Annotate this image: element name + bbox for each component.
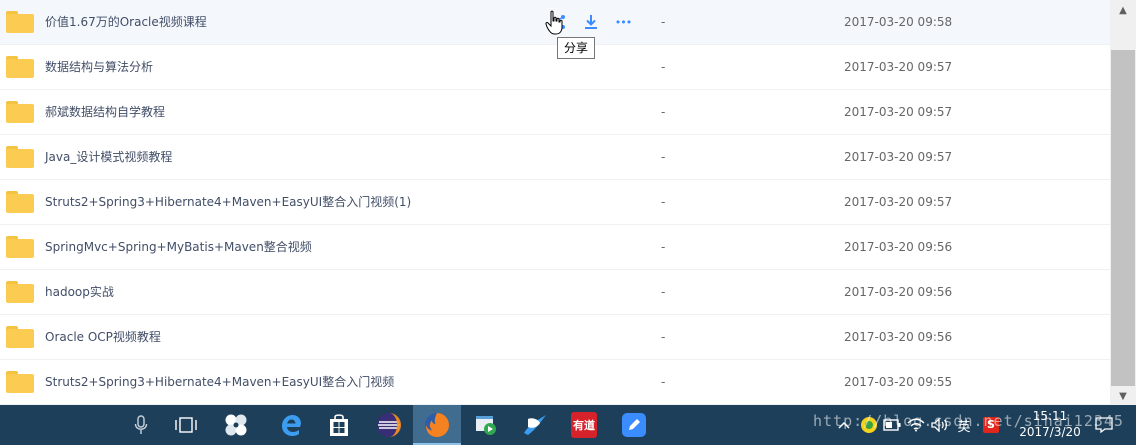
tray-app-icon[interactable] (858, 405, 880, 445)
file-name[interactable]: 数据结构与算法分析 (45, 45, 153, 89)
file-name[interactable]: Java_设计模式视频教程 (45, 135, 172, 179)
show-hidden-icons-chevron-icon[interactable] (835, 405, 853, 445)
folder-icon (6, 146, 34, 168)
file-row[interactable]: hadoop实战 - 2017-03-20 09:56 (0, 270, 1110, 315)
file-modified-date: 2017-03-20 09:56 (844, 285, 953, 299)
wifi-icon[interactable] (905, 405, 927, 445)
hand-cursor-icon (545, 10, 563, 35)
system-clock[interactable]: 15:11 2017/3/20 (1016, 405, 1084, 445)
file-modified-date: 2017-03-20 09:57 (844, 60, 953, 74)
folder-icon (6, 191, 34, 213)
file-size: - (661, 240, 666, 254)
file-size: - (661, 330, 666, 344)
youdao-dict-icon[interactable]: 有道 (560, 405, 608, 445)
video-app-icon[interactable] (462, 405, 510, 445)
app-pinwheel-icon[interactable] (212, 405, 260, 445)
folder-icon (6, 326, 34, 348)
feiq-messenger-icon[interactable] (511, 405, 559, 445)
file-row[interactable]: 郝斌数据结构自学教程 - 2017-03-20 09:57 (0, 90, 1110, 135)
file-list: 价值1.67万的Oracle视频课程 ••• - 2017-03-20 09:5… (0, 0, 1110, 405)
folder-icon (6, 236, 34, 258)
folder-icon (6, 281, 34, 303)
file-modified-date: 2017-03-20 09:56 (844, 330, 953, 344)
scroll-down-arrow-icon[interactable]: ▼ (1110, 388, 1136, 405)
file-modified-date: 2017-03-20 09:57 (844, 195, 953, 209)
file-modified-date: 2017-03-20 09:56 (844, 240, 953, 254)
file-modified-date: 2017-03-20 09:57 (844, 150, 953, 164)
edge-browser-icon[interactable] (267, 405, 315, 445)
file-size: - (661, 195, 666, 209)
file-modified-date: 2017-03-20 09:58 (844, 15, 953, 29)
store-icon[interactable] (315, 405, 363, 445)
note-app-icon[interactable] (610, 405, 658, 445)
volume-icon[interactable] (929, 405, 951, 445)
file-size: - (661, 15, 666, 29)
scroll-up-arrow-icon[interactable]: ▲ (1110, 0, 1136, 20)
clock-date: 2017/3/20 (1019, 425, 1081, 439)
folder-icon (6, 371, 34, 393)
sogou-input-icon[interactable]: S (980, 405, 1002, 445)
vertical-scrollbar[interactable]: ▲ ▼ (1110, 0, 1136, 405)
clock-time: 15:11 (1032, 409, 1068, 423)
file-row[interactable]: Struts2+Spring3+Hibernate4+Maven+EasyUI整… (0, 180, 1110, 225)
scrollbar-thumb[interactable] (1111, 50, 1135, 386)
notification-center-icon[interactable] (1090, 405, 1118, 445)
eclipse-icon[interactable] (365, 405, 413, 445)
file-name[interactable]: Struts2+Spring3+Hibernate4+Maven+EasyUI整… (45, 180, 411, 224)
folder-icon (6, 101, 34, 123)
file-modified-date: 2017-03-20 09:55 (844, 375, 953, 389)
file-name[interactable]: 郝斌数据结构自学教程 (45, 90, 165, 134)
file-row[interactable]: Oracle OCP视频教程 - 2017-03-20 09:56 (0, 315, 1110, 360)
file-name[interactable]: hadoop实战 (45, 270, 114, 314)
app-window: 价值1.67万的Oracle视频课程 ••• - 2017-03-20 09:5… (0, 0, 1136, 445)
file-name[interactable]: SpringMvc+Spring+MyBatis+Maven整合视频 (45, 225, 312, 269)
file-modified-date: 2017-03-20 09:57 (844, 105, 953, 119)
file-name[interactable]: Oracle OCP视频教程 (45, 315, 161, 359)
battery-icon[interactable] (881, 405, 903, 445)
file-size: - (661, 150, 666, 164)
task-view-icon[interactable] (162, 405, 210, 445)
file-size: - (661, 60, 666, 74)
file-size: - (661, 285, 666, 299)
file-row[interactable]: Struts2+Spring3+Hibernate4+Maven+EasyUI整… (0, 360, 1110, 405)
file-size: - (661, 105, 666, 119)
download-icon[interactable] (580, 10, 602, 34)
firefox-icon[interactable] (413, 405, 461, 445)
taskbar: 有道 英 S 15:11 2017/3/20 (0, 405, 1136, 445)
file-size: - (661, 375, 666, 389)
file-row[interactable]: 数据结构与算法分析 - 2017-03-20 09:57 (0, 45, 1110, 90)
file-row[interactable]: Java_设计模式视频教程 - 2017-03-20 09:57 (0, 135, 1110, 180)
microphone-icon[interactable] (117, 405, 165, 445)
file-name[interactable]: Struts2+Spring3+Hibernate4+Maven+EasyUI整… (45, 360, 394, 404)
folder-icon (6, 11, 34, 33)
share-tooltip: 分享 (557, 37, 595, 59)
file-row[interactable]: SpringMvc+Spring+MyBatis+Maven整合视频 - 201… (0, 225, 1110, 270)
folder-icon (6, 56, 34, 78)
file-name[interactable]: 价值1.67万的Oracle视频课程 (45, 0, 207, 44)
input-method-label[interactable]: 英 (953, 405, 975, 445)
more-icon[interactable]: ••• (612, 10, 634, 34)
